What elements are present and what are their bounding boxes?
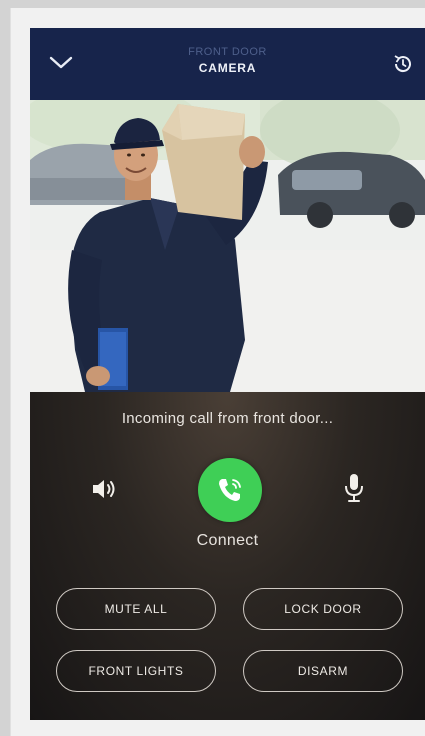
app-screen: FRONT DOOR CAMERA Incoming call from fro… xyxy=(30,28,425,720)
speaker-icon[interactable] xyxy=(90,476,118,502)
microphone-icon[interactable] xyxy=(343,472,365,504)
phone-icon xyxy=(219,479,241,501)
lock-door-button[interactable]: LOCK DOOR xyxy=(243,588,403,630)
header-titles: FRONT DOOR CAMERA xyxy=(30,46,425,76)
front-lights-button[interactable]: FRONT LIGHTS xyxy=(56,650,216,692)
page-title: CAMERA xyxy=(198,61,257,75)
history-icon[interactable] xyxy=(391,52,415,76)
disarm-button[interactable]: DISARM xyxy=(243,650,403,692)
connect-label: Connect xyxy=(196,532,259,549)
mute-all-button[interactable]: MUTE ALL xyxy=(56,588,216,630)
camera-feed xyxy=(30,100,425,392)
answer-call-button[interactable] xyxy=(198,458,262,522)
header-subtitle: FRONT DOOR xyxy=(188,46,267,58)
app-header: FRONT DOOR CAMERA xyxy=(30,28,425,100)
call-status-text: Incoming call from front door... xyxy=(121,410,334,427)
call-panel: Incoming call from front door... Connect… xyxy=(30,392,425,720)
